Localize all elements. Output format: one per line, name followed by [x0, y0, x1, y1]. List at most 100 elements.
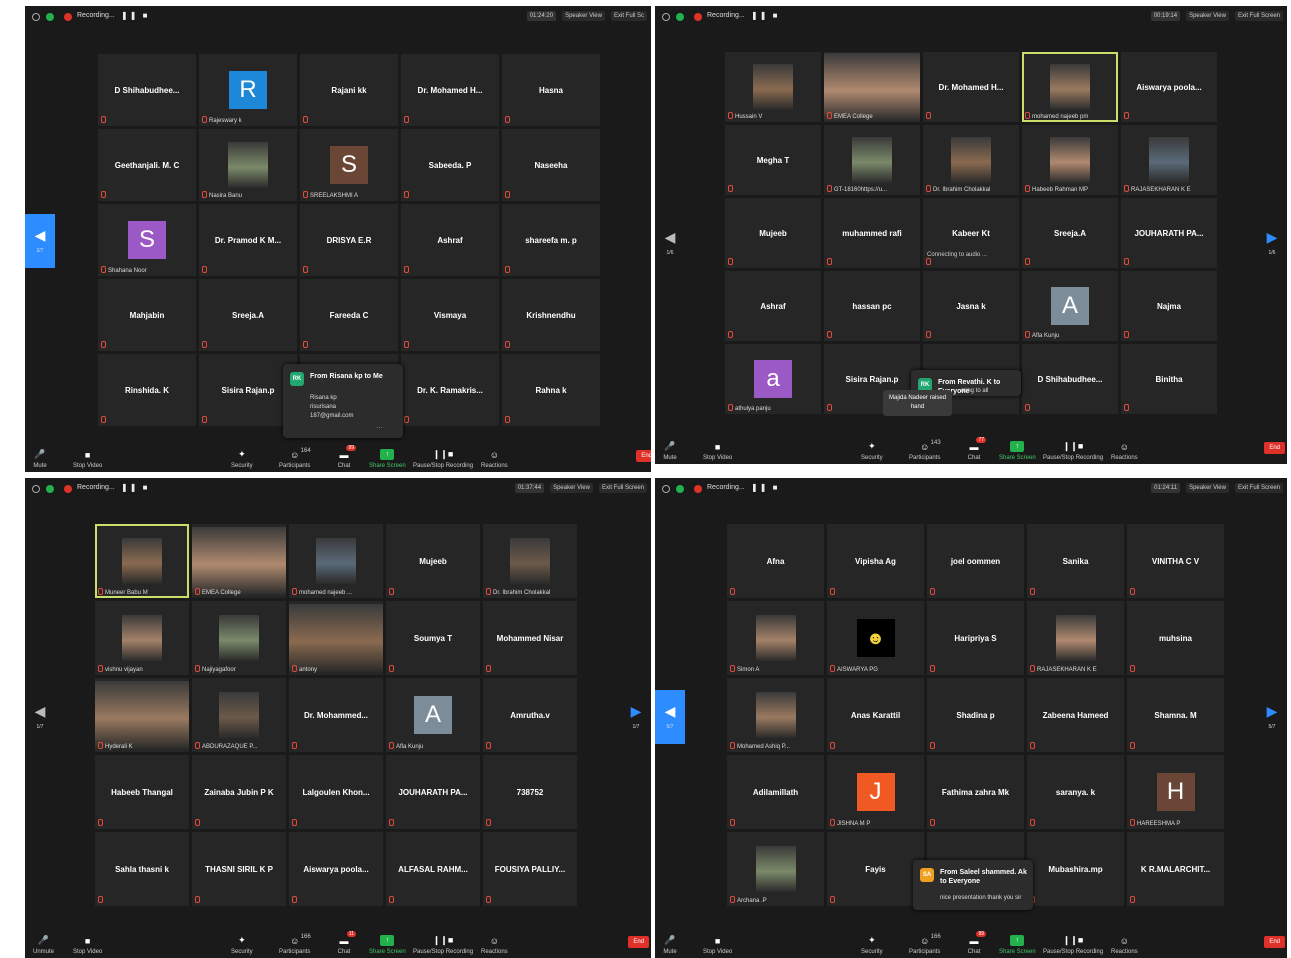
participant-tile[interactable]: H HAREESHMA P	[1127, 755, 1224, 829]
previous-page-button[interactable]: ◀ 1/7	[25, 690, 55, 744]
stop-video-button[interactable]: ■ Stop Video	[73, 449, 102, 470]
shield-icon[interactable]	[676, 13, 684, 21]
participant-tile[interactable]: GT-18160https://u...	[824, 125, 920, 195]
chat-button[interactable]: ▬ 99 Chat	[967, 931, 986, 955]
participant-tile[interactable]: Dr. Ibrahim Cholakkal	[923, 125, 1019, 195]
chat-notification-popup[interactable]: RK From Risana kp to Me Risana kp risurisa…	[283, 364, 403, 438]
participant-tile[interactable]: A Afla Kunju	[386, 678, 480, 752]
participant-tile[interactable]: Simon A	[727, 601, 824, 675]
participant-tile[interactable]: S SREELAKSHMI A	[300, 129, 398, 201]
security-button[interactable]: ✦ Security	[861, 935, 883, 955]
participant-tile[interactable]: JOUHARATH PA...	[1121, 198, 1217, 268]
participant-tile[interactable]: Rahna k	[502, 354, 600, 426]
participants-button[interactable]: ☺ 166 Participants	[279, 934, 311, 955]
participant-tile[interactable]: Vismaya	[401, 279, 499, 351]
security-button[interactable]: ✦ Security	[231, 935, 253, 955]
end-meeting-button[interactable]: End	[1264, 936, 1285, 948]
participant-tile[interactable]: Shamna. M	[1127, 678, 1224, 752]
participant-tile[interactable]: Vipisha Ag	[827, 524, 924, 598]
speaker-view-button[interactable]: Speaker View	[550, 483, 593, 493]
participant-tile[interactable]: Jasna k	[923, 271, 1019, 341]
participant-tile[interactable]: Zabeena Hameed	[1027, 678, 1124, 752]
participant-tile[interactable]: EMEA College	[192, 524, 286, 598]
security-button[interactable]: ✦ Security	[861, 441, 883, 461]
next-page-button[interactable]: ▶ 1/7	[621, 690, 651, 744]
reactions-button[interactable]: ☺ Reactions	[481, 935, 508, 956]
recording-controls[interactable]: ❚❚ ■	[121, 483, 149, 492]
mute-button[interactable]: 🎤 Mute	[663, 935, 677, 955]
participant-tile[interactable]: antony	[289, 601, 383, 675]
participant-tile[interactable]: RAJASEKHARAN K E	[1027, 601, 1124, 675]
participant-tile[interactable]: a athulya panju	[725, 344, 821, 414]
participant-tile[interactable]: shareefa m. p	[502, 204, 600, 276]
shield-icon[interactable]	[676, 485, 684, 493]
participant-tile[interactable]: Habeeb Thangal	[95, 755, 189, 829]
participant-tile[interactable]: EMEA College	[824, 52, 920, 122]
participant-tile[interactable]: Dr. Mohamed H...	[923, 52, 1019, 122]
participant-tile[interactable]: Habeeb Rahman MP	[1022, 125, 1118, 195]
shield-icon[interactable]	[46, 485, 54, 493]
participant-tile[interactable]: JOUHARATH PA...	[386, 755, 480, 829]
participant-tile[interactable]: Mohamed Ashiq P...	[727, 678, 824, 752]
next-page-button[interactable]: ▶ 1/6	[1257, 216, 1287, 270]
participant-tile[interactable]: Binitha	[1121, 344, 1217, 414]
participant-tile[interactable]: Mohammed Nisar	[483, 601, 577, 675]
info-icon[interactable]	[32, 485, 40, 493]
chat-button[interactable]: ▬ 99 Chat	[337, 445, 356, 469]
exit-full-screen-button[interactable]: Exit Full Screen	[1234, 11, 1283, 21]
participant-tile[interactable]: Sreeja.A	[1022, 198, 1118, 268]
reactions-button[interactable]: ☺ Reactions	[481, 449, 508, 470]
participant-tile[interactable]: Megha T	[725, 125, 821, 195]
share-screen-button[interactable]: ↑ Share Screen	[369, 935, 406, 955]
participant-tile[interactable]: Rinshida. K	[98, 354, 196, 426]
participant-tile[interactable]: Fathima zahra Mk	[927, 755, 1024, 829]
participant-tile[interactable]: hassan pc	[824, 271, 920, 341]
participant-tile[interactable]: VINITHA C V	[1127, 524, 1224, 598]
reactions-button[interactable]: ☺ Reactions	[1111, 441, 1138, 462]
participant-tile[interactable]: muhammed rafi	[824, 198, 920, 268]
share-screen-button[interactable]: ↑ Share Screen	[999, 441, 1036, 461]
previous-page-button[interactable]: ◀ 5/7	[655, 690, 685, 744]
security-button[interactable]: ✦ Security	[231, 449, 253, 469]
participant-tile[interactable]: Kabeer Kt Connecting to audio ...	[923, 198, 1019, 268]
participant-tile[interactable]: Muneer Babu M	[95, 524, 189, 598]
stop-video-button[interactable]: ■ Stop Video	[73, 935, 102, 956]
participant-tile[interactable]: D Shihabudhee...	[1022, 344, 1118, 414]
participants-button[interactable]: ☺ 143 Participants	[909, 440, 941, 461]
participant-tile[interactable]: Krishnendhu	[502, 279, 600, 351]
recording-controls[interactable]: ❚❚ ■	[751, 483, 779, 492]
mute-button[interactable]: 🎤 Unmute	[33, 935, 54, 955]
participant-tile[interactable]: Adilamillath	[727, 755, 824, 829]
participant-tile[interactable]: ALFASAL RAHM...	[386, 832, 480, 906]
participant-tile[interactable]: Dr. Ibrahim Cholakkal	[483, 524, 577, 598]
participant-tile[interactable]: Archana .P	[727, 832, 824, 906]
participant-tile[interactable]: A Afla Kunju	[1022, 271, 1118, 341]
participant-tile[interactable]: DRISYA E.R	[300, 204, 398, 276]
share-screen-button[interactable]: ↑ Share Screen	[369, 449, 406, 469]
recording-controls[interactable]: ❚❚ ■	[121, 11, 149, 20]
exit-full-screen-button[interactable]: Exit Full Screen	[598, 483, 647, 493]
participant-tile[interactable]: Najiyagafoor	[192, 601, 286, 675]
stop-video-button[interactable]: ■ Stop Video	[703, 441, 732, 462]
participant-tile[interactable]: Najma	[1121, 271, 1217, 341]
participant-tile[interactable]: Shadina p	[927, 678, 1024, 752]
speaker-view-button[interactable]: Speaker View	[562, 11, 605, 21]
participant-tile[interactable]: Dr. Mohamed H...	[401, 54, 499, 126]
participant-tile[interactable]: Mujeeb	[386, 524, 480, 598]
participant-tile[interactable]: Anas Karattil	[827, 678, 924, 752]
participant-tile[interactable]: S Shahana Noor	[98, 204, 196, 276]
participant-tile[interactable]: Naseeha	[502, 129, 600, 201]
share-screen-button[interactable]: ↑ Share Screen	[999, 935, 1036, 955]
participant-tile[interactable]: Haripriya S	[927, 601, 1024, 675]
participant-tile[interactable]: Lalgoulen Khon...	[289, 755, 383, 829]
exit-full-screen-button[interactable]: Exit Full Screen	[1234, 483, 1283, 493]
chat-notification-popup[interactable]: SA From Saleel shammed. Ak to Everyone nic…	[913, 860, 1033, 910]
participant-tile[interactable]: muhsina	[1127, 601, 1224, 675]
participant-tile[interactable]: Fayis	[827, 832, 924, 906]
participant-tile[interactable]: Sahla thasni k	[95, 832, 189, 906]
recording-button[interactable]: ❙❙■ Pause/Stop Recording	[1043, 441, 1103, 461]
participant-tile[interactable]: Dr. Mohammed...	[289, 678, 383, 752]
participant-tile[interactable]: Sanika	[1027, 524, 1124, 598]
previous-page-button[interactable]: ◀ 1/6	[655, 216, 685, 270]
participant-tile[interactable]: Aiswarya poola...	[1121, 52, 1217, 122]
